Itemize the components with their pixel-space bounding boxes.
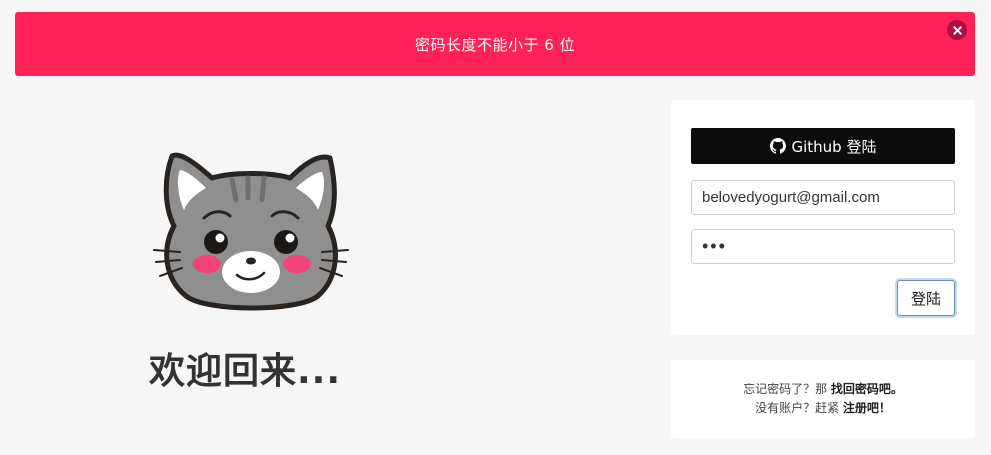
welcome-panel: 欢迎回来... [95, 100, 395, 400]
close-icon [952, 25, 962, 35]
login-card: Github 登陆 登陆 [671, 100, 975, 335]
github-icon [769, 138, 786, 154]
github-button-label: Github 登陆 [791, 137, 877, 156]
register-link[interactable]: 注册吧！ [843, 401, 891, 415]
welcome-title: 欢迎回来... [148, 351, 342, 392]
alert-message: 密码长度不能小于 6 位 [414, 35, 576, 54]
password-field[interactable] [691, 229, 955, 264]
error-alert: 密码长度不能小于 6 位 [15, 12, 975, 76]
register-line: 没有账户？赶紧 注册吧！ [755, 399, 891, 418]
email-field[interactable] [691, 180, 955, 215]
cat-face-icon [153, 152, 349, 311]
forgot-password-line: 忘记密码了？那 找回密码吧。 [743, 380, 903, 399]
recover-password-link[interactable]: 找回密码吧。 [831, 382, 903, 396]
login-submit-button[interactable]: 登陆 [897, 280, 955, 316]
forgot-password-prefix: 忘记密码了？那 [743, 382, 831, 396]
github-login-button[interactable]: Github 登陆 [691, 128, 955, 164]
alert-close-button[interactable] [947, 20, 967, 40]
auth-links-card: 忘记密码了？那 找回密码吧。 没有账户？赶紧 注册吧！ [671, 360, 975, 438]
register-prefix: 没有账户？赶紧 [755, 401, 843, 415]
